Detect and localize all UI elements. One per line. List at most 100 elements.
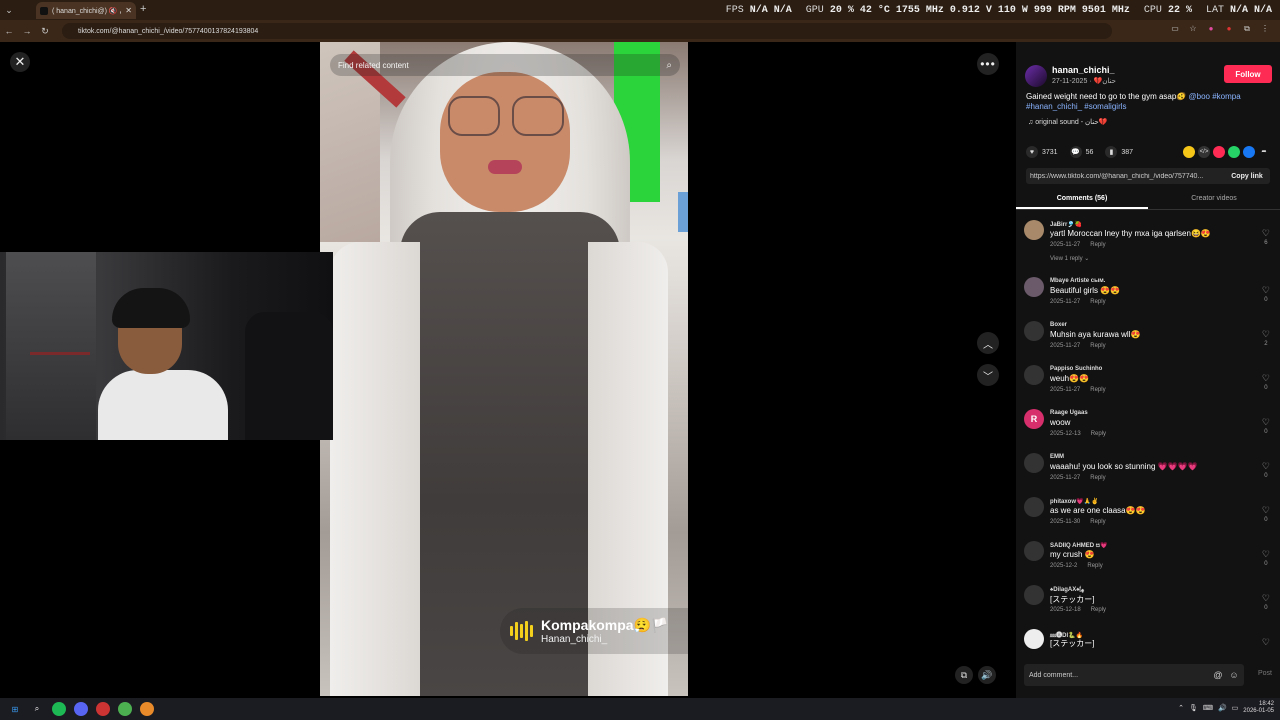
reply-button[interactable]: Reply [1090, 387, 1105, 393]
opera-icon[interactable] [96, 702, 110, 716]
reply-button[interactable]: Reply [1091, 607, 1106, 613]
comment-author[interactable]: phitaxow💗🙏✌ [1050, 498, 1098, 505]
comment-author[interactable]: EMM [1050, 454, 1064, 460]
avatar[interactable] [1024, 321, 1044, 341]
comment-like-button[interactable]: ♡ 0 [1262, 285, 1270, 305]
reply-button[interactable]: Reply [1090, 519, 1105, 525]
comment-button[interactable]: 💬 56 [1069, 146, 1093, 158]
more-options-icon[interactable]: ••• [977, 53, 999, 75]
avatar[interactable] [1024, 453, 1044, 473]
mention-icon[interactable]: @ [1212, 670, 1224, 680]
reply-button[interactable]: Reply [1090, 242, 1105, 248]
new-tab-button[interactable]: + [140, 3, 146, 15]
avatar[interactable] [1024, 629, 1044, 649]
follow-button[interactable]: Follow [1224, 65, 1272, 83]
tray-chevron-icon[interactable]: ⌃ [1178, 704, 1184, 712]
previous-video-icon[interactable]: ︿ [977, 332, 999, 354]
facebook-icon[interactable] [1243, 146, 1255, 158]
volume-icon[interactable]: 🔊 [978, 666, 996, 684]
comment-author[interactable]: Raage Ugaas [1050, 410, 1088, 416]
comment-like-button[interactable]: ♡ 0 [1262, 549, 1270, 569]
address-bar[interactable]: tiktok.com/@hanan_chichi_/video/75774001… [62, 23, 1112, 39]
whatsapp-icon[interactable] [1228, 146, 1240, 158]
reply-button[interactable]: Reply [1090, 343, 1105, 349]
tab-creator-videos[interactable]: Creator videos [1148, 190, 1280, 209]
comment-author[interactable]: ♠DilagAX♠🕯ﮭ [1050, 586, 1084, 594]
avatar[interactable] [1024, 365, 1044, 385]
music-tag[interactable]: Kompakompa😮‍💨🏳️ Hanan_chichi_ [500, 608, 688, 654]
reply-button[interactable]: Reply [1091, 431, 1106, 437]
menu-icon[interactable]: ⋮ [1260, 24, 1270, 34]
extension-icon[interactable]: ● [1206, 24, 1216, 34]
share-link-text: https://www.tiktok.com/@hanan_chichi_/vi… [1030, 172, 1204, 180]
reload-icon[interactable]: ↻ [36, 26, 54, 37]
save-button[interactable]: ▮ 387 [1105, 146, 1133, 158]
comment-date: 2025-11-27 [1050, 242, 1081, 248]
view-replies-button[interactable]: View 1 reply ⌄ [1050, 255, 1089, 262]
original-sound-link[interactable]: ♫ original sound - حنان💔 [1028, 118, 1107, 126]
post-comment-button[interactable]: Post [1258, 670, 1272, 677]
network-icon[interactable]: ⌨ [1203, 704, 1213, 712]
search-icon[interactable]: ⌕ [666, 60, 672, 71]
discord-icon[interactable] [74, 702, 88, 716]
tab-comments[interactable]: Comments (56) [1016, 190, 1148, 209]
back-icon[interactable]: ← [0, 26, 18, 36]
comment-like-button[interactable]: ♡ 0 [1262, 373, 1270, 393]
bookmark-star-icon[interactable]: ☆ [1188, 24, 1198, 34]
emoji-icon[interactable]: ☺ [1228, 670, 1240, 680]
avatar[interactable] [1024, 220, 1044, 240]
next-video-icon[interactable]: ﹀ [977, 364, 999, 386]
comment-like-button[interactable]: ♡ 0 [1262, 417, 1270, 437]
comment-author[interactable]: SADIIQ AHMED ස💗 [1050, 542, 1108, 550]
avatar[interactable] [1024, 277, 1044, 297]
like-button[interactable]: ♥ 3731 [1026, 146, 1058, 158]
spotify-icon[interactable] [52, 702, 66, 716]
windows-start-icon[interactable]: ⊞ [8, 702, 22, 716]
reply-button[interactable]: Reply [1090, 475, 1105, 481]
avatar[interactable]: R [1024, 409, 1044, 429]
comment-text: Muhsin aya kurawa wll😍 [1050, 330, 1141, 339]
comment-author[interactable]: Mbaye Artiste сым. [1050, 278, 1105, 284]
comment-like-button[interactable]: ♡ 0 [1262, 505, 1270, 525]
speaker-icon[interactable]: 🔊 [1218, 704, 1227, 712]
close-icon[interactable]: ✕ [10, 52, 30, 72]
comment-like-button[interactable]: ♡ 6 [1262, 228, 1270, 248]
avatar[interactable] [1025, 65, 1047, 87]
embed-icon[interactable]: </> [1198, 146, 1210, 158]
avatar[interactable] [1024, 541, 1044, 561]
comment-like-button[interactable]: ♡ [1262, 637, 1270, 647]
reply-button[interactable]: Reply [1090, 299, 1105, 305]
clock[interactable]: 18:42 2026-01-05 [1243, 701, 1274, 715]
comment-like-button[interactable]: ♡ 0 [1262, 461, 1270, 481]
forward-icon[interactable]: → [18, 26, 36, 36]
comment-author[interactable]: Pappiso Suchinho [1050, 366, 1102, 372]
comment-like-button[interactable]: ♡ 0 [1262, 593, 1270, 613]
hud-lat-v1: N/A [1229, 4, 1248, 16]
comment-author[interactable]: JaBirr🎐🍓 [1050, 221, 1082, 228]
copy-link-button[interactable]: Copy link [1224, 173, 1270, 180]
search-icon[interactable]: ⌕ [30, 702, 44, 716]
extensions-puzzle-icon[interactable]: ⧉ [1242, 24, 1252, 34]
related-search-input[interactable]: Find related content ⌕ [330, 54, 680, 76]
browser-tab[interactable]: ( hanan_chichi@) 🔇 حنان ✕ [36, 2, 136, 19]
comment-input[interactable]: Add comment... @ ☺ [1024, 664, 1244, 686]
mic-icon[interactable]: 🎙 [1189, 704, 1198, 712]
send-to-friends-icon[interactable] [1213, 146, 1225, 158]
share-arrow-icon[interactable]: ➦ [1258, 146, 1270, 158]
browser-icon[interactable] [140, 702, 154, 716]
video-player[interactable] [320, 42, 688, 696]
coin-share-icon[interactable] [1183, 146, 1195, 158]
battery-icon[interactable]: ▭ [1232, 704, 1239, 712]
comment-like-button[interactable]: ♡ 2 [1262, 329, 1270, 349]
comment-author[interactable]: Boxer [1050, 322, 1067, 328]
floating-player-icon[interactable]: ⧉ [955, 666, 973, 684]
author-name[interactable]: hanan_chichi_ [1052, 65, 1115, 75]
cast-icon[interactable]: ▭ [1170, 24, 1180, 34]
tab-close-icon[interactable]: ✕ [125, 6, 132, 15]
chrome-icon[interactable] [118, 702, 132, 716]
reply-button[interactable]: Reply [1087, 563, 1102, 569]
extension-icon-2[interactable]: ● [1224, 24, 1234, 34]
avatar[interactable] [1024, 585, 1044, 605]
tab-list-icon[interactable]: ⌄ [0, 1, 18, 19]
avatar[interactable] [1024, 497, 1044, 517]
